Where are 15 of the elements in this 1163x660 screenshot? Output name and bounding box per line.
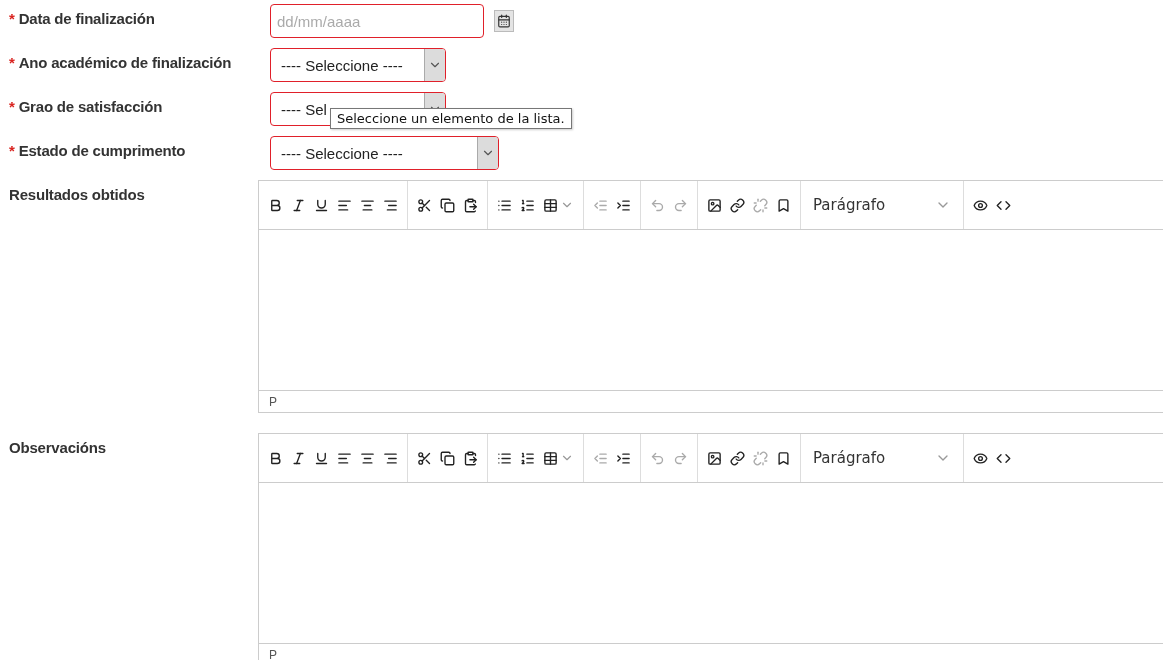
field-label: Observacións — [8, 438, 107, 456]
field-label: Estado de cumprimento — [18, 142, 186, 159]
field-label: Ano académico de finalización — [18, 54, 232, 71]
tooltip: Seleccione un elemento de la lista. — [330, 108, 572, 129]
field-label: Resultados obtidos — [8, 185, 146, 203]
required-mark: * — [9, 10, 15, 27]
field-label: Data de finalización — [18, 10, 155, 27]
required-mark: * — [9, 54, 15, 71]
required-mark: * — [9, 98, 15, 115]
element-path: P — [269, 394, 277, 409]
required-mark: * — [9, 142, 15, 159]
field-label: Grao de satisfacción — [18, 98, 163, 115]
format-label: Parágrafo — [813, 449, 886, 467]
format-label: Parágrafo — [813, 196, 886, 214]
element-path: P — [269, 647, 277, 660]
